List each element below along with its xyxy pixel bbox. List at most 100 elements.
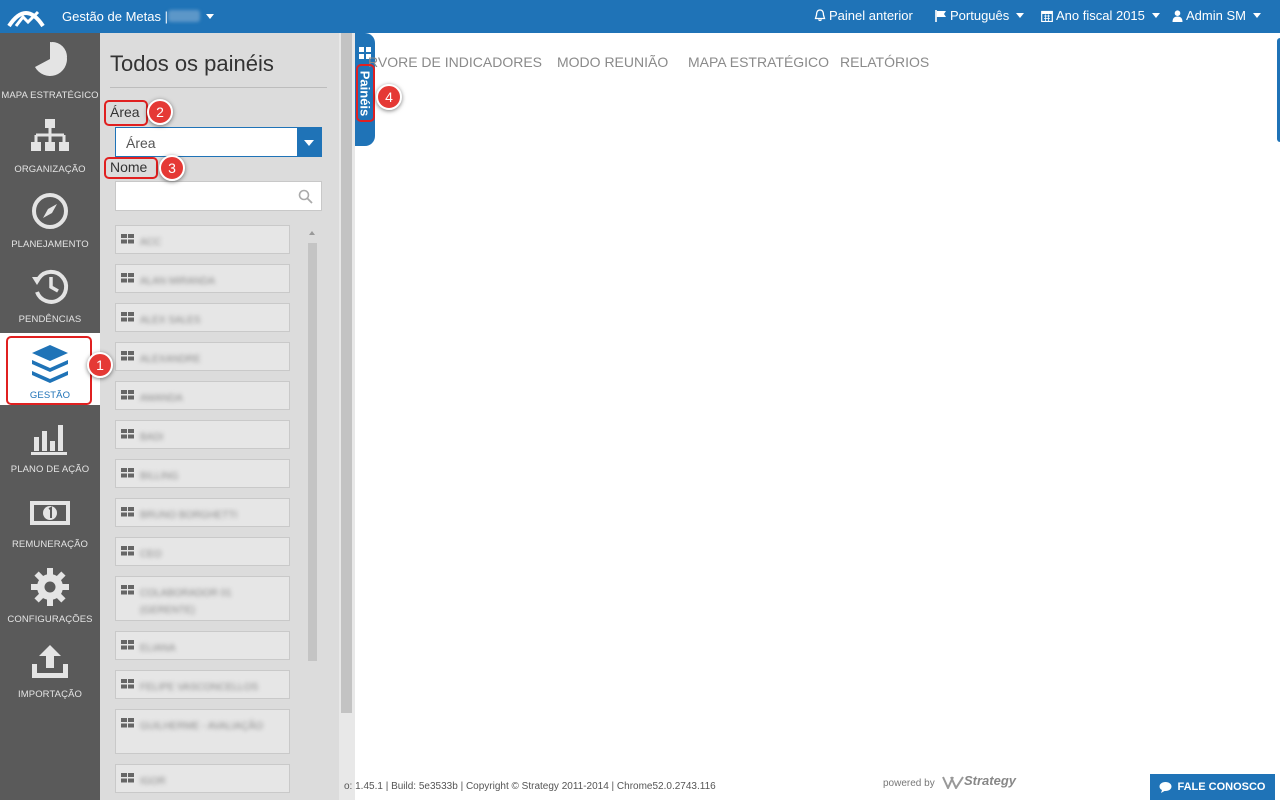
grid-icon bbox=[121, 718, 134, 728]
grid-icon bbox=[121, 773, 134, 783]
org-chart-icon bbox=[31, 119, 69, 151]
fiscal-year-label: Ano fiscal 2015 bbox=[1056, 8, 1145, 23]
callout-highlight-nome bbox=[104, 157, 158, 179]
nav-label: ORGANIZAÇÃO bbox=[14, 164, 86, 175]
area-select-value: Área bbox=[126, 135, 156, 151]
panel-list-item-label: AMANDA bbox=[140, 393, 183, 404]
chevron-down-icon bbox=[1151, 13, 1160, 18]
grid-icon bbox=[121, 429, 134, 439]
nav-item-pendencias[interactable]: PENDÊNCIAS bbox=[0, 263, 100, 338]
nav-item-planejamento[interactable]: PLANEJAMENTO bbox=[0, 188, 100, 263]
logo-icon[interactable] bbox=[6, 4, 46, 30]
panel-list-item[interactable]: AMANDA bbox=[115, 381, 290, 410]
panel-title: Todos os painéis bbox=[110, 51, 274, 76]
nav-item-plano-de-acao[interactable]: PLANO DE AÇÃO bbox=[0, 413, 100, 488]
grid-icon bbox=[121, 273, 134, 283]
calendar-icon bbox=[1041, 10, 1053, 22]
callout-badge: 1 bbox=[87, 352, 113, 378]
name-search-input[interactable] bbox=[115, 181, 322, 211]
area-select[interactable]: Área bbox=[115, 127, 322, 157]
grid-icon bbox=[121, 640, 134, 650]
language-label: Português bbox=[950, 8, 1010, 23]
nav-item-remuneracao[interactable]: REMUNERAÇÃO bbox=[0, 488, 100, 563]
tab-arvore-de-indicadores[interactable]: RVORE DE INDICADORES bbox=[368, 54, 542, 70]
nav-label: PLANO DE AÇÃO bbox=[10, 464, 90, 475]
panel-list-item-label: IGOR bbox=[140, 776, 166, 787]
panel-list-item[interactable]: IGOR bbox=[115, 764, 290, 793]
nav-item-organizacao[interactable]: ORGANIZAÇÃO bbox=[0, 113, 100, 188]
grid-icon bbox=[121, 507, 134, 517]
panel-list-item[interactable]: GUILHERME - AVALIAÇÃO bbox=[115, 709, 290, 754]
grid-icon bbox=[121, 679, 134, 689]
flag-icon bbox=[935, 9, 946, 22]
panel-list-item-label: COLABORADOR 01 (GERENTE) bbox=[140, 588, 232, 616]
callout-highlight-paineis bbox=[356, 64, 375, 122]
nav-item-configuracoes[interactable]: CONFIGURAÇÕES bbox=[0, 563, 100, 638]
tab-modo-reuniao[interactable]: MODO REUNIÃO bbox=[557, 54, 668, 70]
previous-panel-label: Painel anterior bbox=[829, 8, 913, 23]
bar-chart-icon bbox=[31, 425, 67, 455]
contact-button[interactable]: FALE CONOSCO bbox=[1150, 774, 1275, 800]
app-title: Gestão de Metas | bbox=[62, 9, 168, 24]
panel-list-item-label: ACC bbox=[140, 237, 162, 248]
grid-icon bbox=[121, 585, 134, 595]
history-icon bbox=[32, 269, 69, 304]
strategy-logo: Strategy bbox=[942, 773, 1016, 790]
powered-by-label: powered by bbox=[883, 778, 935, 789]
panel-list-item[interactable]: COLABORADOR 01 (GERENTE) bbox=[115, 576, 290, 621]
area-select-toggle[interactable] bbox=[297, 128, 321, 156]
fiscal-year-menu[interactable]: Ano fiscal 2015 bbox=[1041, 8, 1160, 23]
nav-label: REMUNERAÇÃO bbox=[11, 539, 89, 550]
contact-label: FALE CONOSCO bbox=[1177, 781, 1266, 793]
panel-list-item-label: BILLING bbox=[140, 471, 179, 482]
grid-icon bbox=[121, 390, 134, 400]
list-scrollbar-thumb[interactable] bbox=[308, 243, 317, 661]
panel-list-item[interactable]: ALEXANDRE bbox=[115, 342, 290, 371]
app-title-redacted bbox=[168, 10, 200, 22]
version-info: o: 1.45.1 | Build: 5e3533b | Copyright ©… bbox=[344, 781, 716, 792]
panel-list-item-label: BADI bbox=[140, 432, 164, 443]
panel-list-item[interactable]: CEO bbox=[115, 537, 290, 566]
panel-list-item[interactable]: BILLING bbox=[115, 459, 290, 488]
panel-scrollbar-thumb[interactable] bbox=[341, 33, 352, 713]
pie-chart-icon bbox=[35, 42, 67, 76]
list-scrollbar[interactable] bbox=[305, 229, 319, 800]
callout-highlight-area bbox=[104, 100, 148, 126]
nav-item-importacao[interactable]: IMPORTAÇÃO bbox=[0, 638, 100, 713]
gear-icon bbox=[31, 568, 69, 606]
chevron-down-icon[interactable] bbox=[206, 14, 214, 19]
panel-list-item-label: ALAN MIRANDA bbox=[140, 276, 216, 287]
chat-icon bbox=[1159, 782, 1172, 793]
panel-list-item[interactable]: ALEX SALES bbox=[115, 303, 290, 332]
panel-list-item[interactable]: BRUNO BORGHETTI bbox=[115, 498, 290, 527]
strategy-logo-icon bbox=[942, 776, 964, 790]
previous-panel-link[interactable]: Painel anterior bbox=[814, 8, 913, 23]
panel-list-item[interactable]: BADI bbox=[115, 420, 290, 449]
callout-badge: 4 bbox=[376, 84, 402, 110]
panel-list-item[interactable]: ELIANA bbox=[115, 631, 290, 660]
user-menu[interactable]: Admin SM bbox=[1172, 8, 1261, 23]
top-bar: Gestão de Metas | Painel anterior Portug… bbox=[0, 0, 1280, 33]
panel-list-item[interactable]: ALAN MIRANDA bbox=[115, 264, 290, 293]
search-icon[interactable] bbox=[298, 189, 313, 204]
grid-icon bbox=[121, 234, 134, 244]
panel-list-item[interactable]: FELIPE VASCONCELLOS bbox=[115, 670, 290, 699]
panel-scrollbar[interactable] bbox=[339, 33, 355, 800]
panels-sidebar: Todos os painéis Área Área Nome ACC ALAN … bbox=[100, 33, 355, 800]
money-icon bbox=[30, 501, 70, 525]
user-icon bbox=[1172, 9, 1183, 22]
nav-label: PLANEJAMENTO bbox=[11, 239, 89, 250]
nav-item-mapa-estrategico[interactable]: MAPA ESTRATÉGICO bbox=[0, 33, 100, 108]
grid-icon bbox=[121, 312, 134, 322]
nav-label: CONFIGURAÇÕES bbox=[7, 614, 93, 625]
tab-mapa-estrategico[interactable]: MAPA ESTRATÉGICO bbox=[688, 54, 829, 70]
panel-list-item[interactable]: ACC bbox=[115, 225, 290, 254]
upload-icon bbox=[32, 645, 68, 678]
tab-relatorios[interactable]: RELATÓRIOS bbox=[840, 54, 929, 70]
scroll-up-icon[interactable] bbox=[309, 231, 315, 235]
nav-label: MAPA ESTRATÉGICO bbox=[1, 90, 99, 101]
chevron-down-icon bbox=[1252, 13, 1261, 18]
language-menu[interactable]: Português bbox=[935, 8, 1025, 23]
grid-icon bbox=[121, 468, 134, 478]
nav-label: PENDÊNCIAS bbox=[18, 314, 82, 325]
